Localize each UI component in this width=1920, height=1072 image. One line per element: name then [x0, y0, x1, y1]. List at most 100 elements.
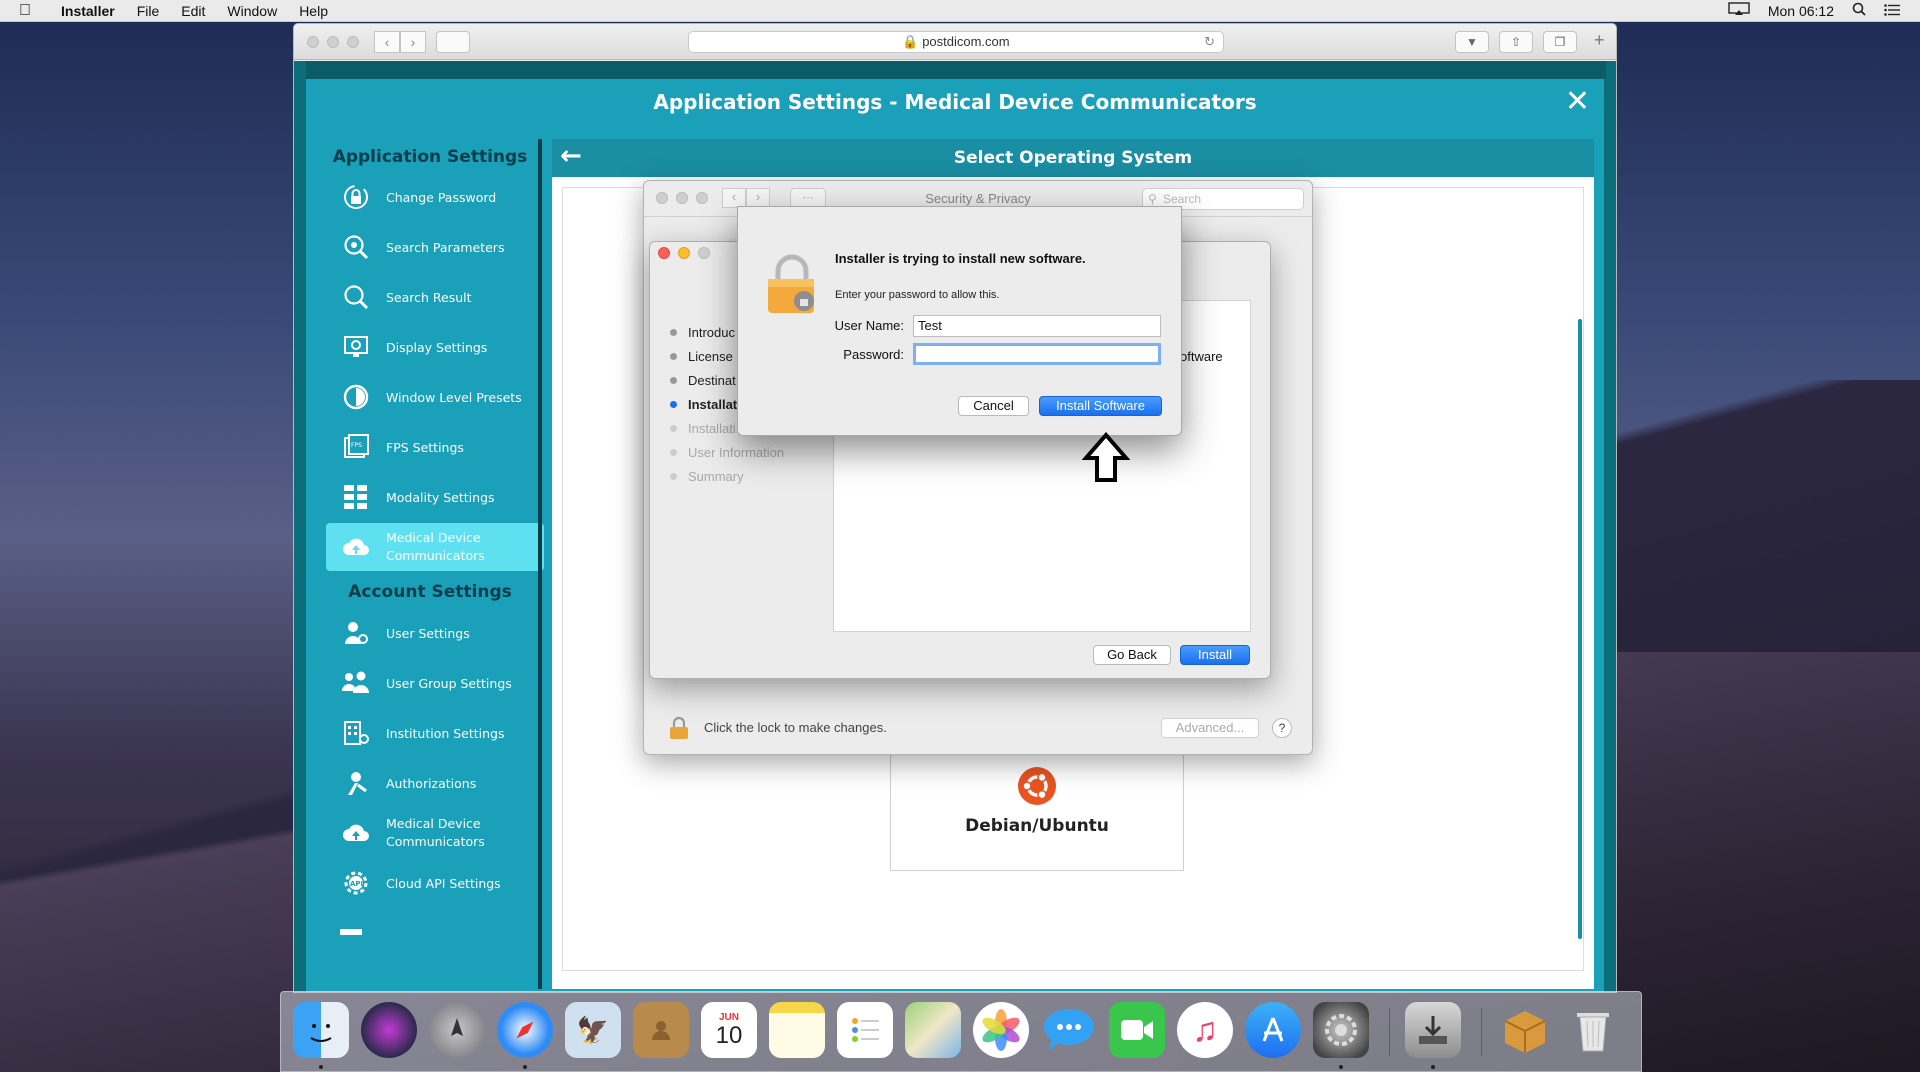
install-button[interactable]: Install [1180, 645, 1250, 665]
sidebar-toggle-button[interactable] [436, 31, 470, 53]
new-tab-button[interactable]: + [1594, 30, 1605, 51]
help-button[interactable]: ? [1272, 718, 1292, 738]
package-icon[interactable] [1497, 1002, 1553, 1058]
photos-icon[interactable] [973, 1002, 1029, 1058]
os-card-label: Debian/Ubuntu [965, 816, 1109, 836]
app-header-behind [306, 61, 1606, 79]
username-field[interactable]: Test [913, 315, 1161, 337]
auth-title: Installer is trying to install new softw… [835, 251, 1086, 266]
padlock-icon[interactable] [668, 716, 690, 743]
minimize-window-button[interactable] [678, 247, 690, 259]
sidebar-item-window-level-presets[interactable]: Window Level Presets [326, 373, 544, 421]
svg-text:FPS: FPS [351, 442, 362, 449]
close-window-button[interactable] [658, 247, 670, 259]
step-dot [670, 328, 677, 336]
sidebar-item-label: User Settings [386, 625, 470, 641]
maps-icon[interactable] [905, 1002, 961, 1058]
back-arrow-icon[interactable]: ← [560, 139, 582, 173]
sidebar-item-user-settings[interactable]: User Settings [326, 609, 544, 657]
system-preferences-icon[interactable] [1313, 1002, 1369, 1058]
facetime-icon[interactable] [1109, 1002, 1165, 1058]
contrast-icon [326, 383, 386, 411]
password-label: Password: [843, 347, 904, 362]
go-back-button[interactable]: Go Back [1093, 645, 1171, 665]
sidebar-item-search-result[interactable]: Search Result [326, 273, 544, 321]
authorization-dialog: Installer is trying to install new softw… [737, 206, 1182, 436]
menu-app-name[interactable]: Installer [50, 3, 126, 19]
os-card-debian-ubuntu[interactable]: Debian/Ubuntu [890, 749, 1184, 871]
sidebar-item-modality-settings[interactable]: Modality Settings [326, 473, 544, 521]
cloud-upload-icon [326, 535, 386, 559]
forward-button[interactable]: › [400, 31, 426, 53]
advanced-button[interactable]: Advanced... [1161, 718, 1259, 738]
close-window-button[interactable] [307, 36, 319, 48]
menu-window[interactable]: Window [216, 3, 288, 19]
menu-help[interactable]: Help [288, 3, 339, 19]
application-settings-heading: Application Settings [332, 147, 528, 167]
siri-icon[interactable] [361, 1002, 417, 1058]
contacts-icon[interactable] [633, 1002, 689, 1058]
up-arrow-annotation-icon [1081, 431, 1131, 489]
sidebar-item-label: Modality Settings [386, 489, 495, 505]
sidebar-item-label: Search Parameters [386, 239, 505, 255]
address-bar[interactable]: 🔒 postdicom.com ↻ [688, 31, 1224, 53]
messages-icon[interactable] [1041, 1002, 1097, 1058]
step-label: Destinat [688, 372, 736, 388]
content-scrollbar[interactable] [1578, 319, 1582, 939]
zoom-window-button[interactable] [698, 247, 710, 259]
search-icon [326, 283, 386, 311]
calendar-icon[interactable]: JUN 10 [701, 1002, 757, 1058]
sidebar-item-user-group-settings[interactable]: User Group Settings [326, 659, 544, 707]
reload-icon[interactable]: ↻ [1204, 32, 1215, 52]
step-label: Introduc [688, 324, 735, 340]
menu-edit[interactable]: Edit [170, 3, 216, 19]
dock-separator [1481, 1008, 1482, 1056]
running-indicator [1431, 1065, 1435, 1069]
downloads-button[interactable]: ▼ [1455, 31, 1489, 53]
sidebar-item-fps-settings[interactable]: FPS FPS Settings [326, 423, 544, 471]
back-button[interactable]: ‹ [374, 31, 400, 53]
minimize-window-button[interactable] [327, 36, 339, 48]
trash-icon[interactable] [1565, 1002, 1621, 1058]
zoom-window-button[interactable] [347, 36, 359, 48]
menu-clock[interactable]: Mon 06:12 [1768, 3, 1834, 19]
notes-icon[interactable] [769, 1002, 825, 1058]
sidebar-item-label: Change Password [386, 189, 497, 205]
sidebar-item-institution-settings[interactable]: Institution Settings [326, 709, 544, 757]
sidebar-item-authorizations[interactable]: Authorizations [326, 759, 544, 807]
finder-icon[interactable] [293, 1002, 349, 1058]
sidebar-item-change-password[interactable]: Change Password [326, 173, 544, 221]
sidebar-item-label: Authorizations [386, 775, 477, 791]
reminders-icon[interactable] [837, 1002, 893, 1058]
launchpad-icon[interactable] [429, 1002, 485, 1058]
close-icon[interactable]: ✕ [1565, 85, 1590, 119]
sidebar-item-search-parameters[interactable]: Search Parameters [326, 223, 544, 271]
search-gear-icon [326, 233, 386, 261]
safari-icon[interactable] [497, 1002, 553, 1058]
password-field[interactable] [913, 343, 1161, 365]
cancel-button[interactable]: Cancel [958, 396, 1029, 416]
sidebar-item-cloud-api-settings[interactable]: API Cloud API Settings [326, 859, 544, 907]
monitor-gear-icon [326, 333, 386, 361]
sidebar-scrollbar[interactable] [538, 139, 542, 989]
ubuntu-logo-icon [1017, 766, 1057, 806]
share-button[interactable]: ⇧ [1499, 31, 1533, 53]
preview-icon[interactable]: 🦅 [565, 1002, 621, 1058]
menu-file[interactable]: File [126, 3, 171, 19]
tabs-overview-button[interactable]: ❐ [1543, 31, 1577, 53]
spotlight-icon[interactable] [1852, 2, 1866, 19]
apple-menu-icon[interactable]:  [0, 2, 50, 20]
notification-center-icon[interactable] [1884, 3, 1900, 19]
airplay-display-icon[interactable] [1728, 2, 1750, 19]
sidebar-item-medical-device-communicators-account[interactable]: Medical Device Communicators [326, 809, 544, 857]
sidebar-item-medical-device-communicators[interactable]: Medical Device Communicators [326, 523, 544, 571]
step-label: Summary [688, 468, 744, 484]
install-software-button[interactable]: Install Software [1039, 396, 1162, 416]
address-url: postdicom.com [922, 34, 1010, 49]
itunes-icon[interactable]: ♫ [1177, 1002, 1233, 1058]
running-indicator [1339, 1065, 1343, 1069]
app-store-icon[interactable] [1245, 1002, 1301, 1058]
installer-disk-icon[interactable] [1405, 1002, 1461, 1058]
sidebar-item-display-settings[interactable]: Display Settings [326, 323, 544, 371]
api-gear-icon: API [326, 869, 386, 897]
